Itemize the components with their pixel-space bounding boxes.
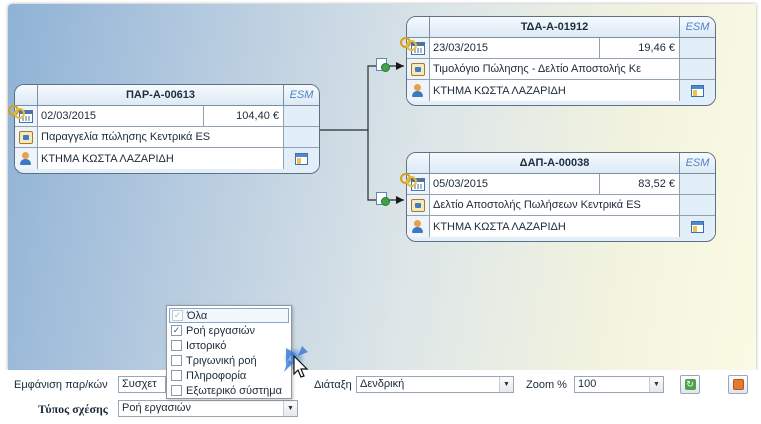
document-icon: [411, 198, 425, 212]
doc-type: Παραγγελία πώλησης Κεντρικά ES: [41, 131, 211, 143]
relation-type-value: Ροή εργασιών: [122, 402, 191, 414]
export-button[interactable]: [728, 375, 748, 394]
show-documents-value: Συσχετ: [122, 378, 157, 390]
doc-date: 05/03/2015: [433, 178, 489, 190]
document-icon: [411, 62, 425, 76]
mouse-cursor-icon: [283, 346, 309, 378]
chevron-down-icon[interactable]: ▼: [283, 401, 297, 416]
customer-icon: [19, 151, 33, 166]
refresh-button[interactable]: ↻: [680, 375, 700, 394]
layout-select[interactable]: Δενδρική ▼: [356, 376, 514, 393]
zoom-select[interactable]: 100 ▼: [574, 376, 664, 393]
doc-amount: 83,52 €: [599, 174, 679, 194]
customer-icon: [411, 219, 425, 234]
doc-amount: 104,40 €: [203, 106, 283, 126]
document-card-delivery[interactable]: ΔΑΠ-Α-00038 ESM 05/03/2015 83,52 € Δελτί…: [406, 152, 716, 242]
keys-icon: [400, 37, 417, 51]
show-documents-label: Εμφάνιση παρ/κών: [14, 379, 108, 391]
panel-icon[interactable]: [691, 220, 704, 233]
doc-customer: ΚΤΗΜΑ ΚΩΣΤΑ ΛΑΖΑΡΙΔΗ: [433, 84, 566, 97]
doc-amount: 19,46 €: [599, 38, 679, 58]
customer-icon: [411, 83, 425, 98]
relation-type-select[interactable]: Ροή εργασιών ▼: [118, 400, 298, 417]
esm-label: ESM: [283, 85, 319, 105]
esm-label: ESM: [679, 153, 715, 173]
checkbox[interactable]: [171, 355, 182, 366]
layout-value: Δενδρική: [360, 378, 405, 390]
link-document-icon: [376, 192, 392, 206]
dropdown-option[interactable]: ✓ Ροή εργασιών: [169, 323, 289, 338]
dropdown-option[interactable]: Τριγωνική ροή: [169, 353, 289, 368]
zoom-value: 100: [578, 378, 597, 390]
refresh-icon: ↻: [684, 379, 696, 390]
show-documents-select[interactable]: Συσχετ: [118, 376, 166, 393]
zoom-label: Zoom %: [526, 379, 567, 391]
card-title: ΤΔΑ-Α-01912: [520, 21, 589, 33]
doc-customer: ΚΤΗΜΑ ΚΩΣΤΑ ΛΑΖΑΡΙΔΗ: [41, 152, 174, 165]
dropdown-option[interactable]: Ιστορικό: [169, 338, 289, 353]
dropdown-option[interactable]: ✓ Όλα: [169, 308, 289, 323]
checkbox[interactable]: ✓: [172, 310, 183, 321]
options-toolbar: Εμφάνιση παρ/κών Συσχετ Διάταξη Δενδρική…: [0, 370, 761, 424]
chevron-down-icon[interactable]: ▼: [649, 377, 663, 392]
checkbox[interactable]: [171, 385, 182, 396]
doc-date: 02/03/2015: [41, 110, 97, 122]
keys-icon: [8, 105, 25, 119]
document-card-source[interactable]: ΠΑΡ-Α-00613 ESM 02/03/2015 104,40 € Παρα…: [14, 84, 320, 174]
card-title: ΔΑΠ-Α-00038: [519, 157, 590, 169]
dropdown-option[interactable]: Εξωτερικό σύστημα: [169, 383, 289, 398]
document-card-invoice[interactable]: ΤΔΑ-Α-01912 ESM 23/03/2015 19,46 € Τιμολ…: [406, 16, 716, 106]
card-title: ΠΑΡ-Α-00613: [125, 89, 196, 101]
link-document-icon: [376, 58, 392, 72]
esm-label: ESM: [679, 17, 715, 37]
relation-type-dropdown[interactable]: ✓ Όλα ✓ Ροή εργασιών Ιστορικό Τριγωνική …: [166, 305, 292, 399]
panel-icon[interactable]: [691, 84, 704, 97]
chevron-down-icon[interactable]: ▼: [499, 377, 513, 392]
document-icon: [19, 130, 33, 144]
checkbox[interactable]: [171, 340, 182, 351]
checkbox[interactable]: ✓: [171, 325, 182, 336]
doc-type: Δελτίο Αποστολής Πωλήσεων Κεντρικά ES: [433, 199, 641, 211]
relation-type-label: Τύπος σχέσης: [38, 402, 108, 416]
doc-date: 23/03/2015: [433, 42, 489, 54]
checkbox[interactable]: [171, 370, 182, 381]
doc-type: Τιμολόγιο Πώλησης - Δελτίο Αποστολής Κε: [433, 63, 641, 75]
dropdown-option[interactable]: Πληροφορία: [169, 368, 289, 383]
export-icon: [732, 379, 744, 390]
panel-icon[interactable]: [295, 152, 308, 165]
doc-customer: ΚΤΗΜΑ ΚΩΣΤΑ ΛΑΖΑΡΙΔΗ: [433, 220, 566, 233]
relations-canvas[interactable]: ΠΑΡ-Α-00613 ESM 02/03/2015 104,40 € Παρα…: [8, 4, 756, 370]
keys-icon: [400, 173, 417, 187]
